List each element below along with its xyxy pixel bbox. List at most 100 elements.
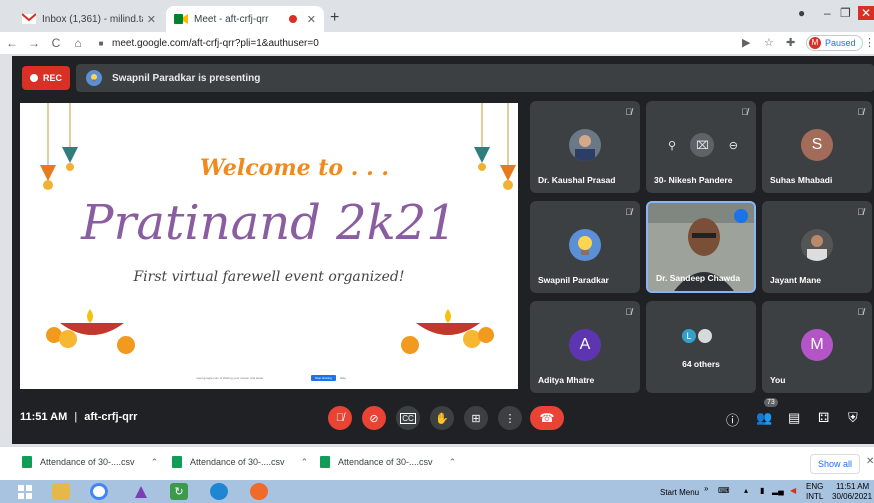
camera-toggle-button[interactable]: ⊘ (362, 406, 386, 430)
close-downloads-icon[interactable]: ✕ (866, 456, 874, 467)
address-bar[interactable]: ■ meet.google.com/aft-crfj-qrr?pli=1&aut… (96, 34, 726, 52)
download-item[interactable]: Attendance of 30-....csv ⌃ (320, 456, 456, 468)
download-filename: Attendance of 30-....csv (40, 457, 135, 467)
record-dot-icon (30, 74, 38, 82)
close-tab-icon[interactable]: ✕ (307, 13, 316, 26)
volume-icon[interactable]: ◀ (790, 486, 796, 495)
profile-dot-icon[interactable]: ● (798, 6, 805, 20)
signal-icon[interactable]: ▂▄ (772, 486, 784, 495)
participant-name: Jayant Mane (770, 275, 822, 285)
reload-icon[interactable]: C (46, 36, 66, 50)
mic-off-icon: 🎙̸ (625, 207, 632, 217)
file-explorer-icon[interactable] (52, 483, 70, 500)
csv-file-icon (320, 456, 330, 468)
present-button[interactable]: ⊞ (464, 406, 488, 430)
browser-tab-strip: Inbox (1,361) - milind.tagare@fc ✕ Meet … (0, 0, 874, 32)
participant-name: You (770, 375, 786, 385)
presenting-banner: Swapnil Paradkar is presenting (76, 64, 874, 92)
participant-video-tile[interactable]: Dr. Sandeep Chawda (646, 201, 756, 293)
present-screen-icon: ⊞ (471, 412, 481, 425)
profile-status: Paused (825, 38, 856, 48)
new-tab-button[interactable]: + (330, 9, 339, 27)
more-menu-icon[interactable]: ⋮ (864, 36, 874, 49)
clock: 11:51 AM (20, 411, 68, 423)
tab-title: Meet - aft-crfj-qrr (194, 13, 269, 25)
chevron-up-icon[interactable]: ⌃ (151, 457, 159, 468)
tab-meet[interactable]: Meet - aft-crfj-qrr ✕ (166, 6, 324, 32)
info-icon[interactable]: ⓘ (726, 410, 739, 429)
raise-hand-button[interactable]: ✋ (430, 406, 454, 430)
avatar: M (801, 329, 833, 361)
participant-tile[interactable]: 🎙̸ Swapnil Paradkar (530, 201, 640, 293)
stop-sharing-button[interactable]: Stop sharing (310, 375, 336, 381)
participant-tile[interactable]: 🎙̸ Jayant Mane (762, 201, 872, 293)
network-icon[interactable]: ▮ (760, 486, 764, 495)
firefox-icon[interactable] (250, 483, 268, 500)
close-window-button[interactable]: ✕ (858, 6, 874, 20)
minimize-button[interactable]: – (824, 6, 831, 20)
profile-button[interactable]: M Paused (806, 35, 863, 51)
close-tab-icon[interactable]: ✕ (147, 13, 156, 26)
download-filename: Attendance of 30-....csv (338, 457, 433, 467)
show-all-button[interactable]: Show all (810, 454, 860, 474)
others-avatars: L (680, 327, 714, 345)
tray-time[interactable]: 11:51 AM (836, 482, 869, 491)
maximize-button[interactable]: ❐ (840, 6, 851, 20)
avatar (696, 327, 714, 345)
forward-icon[interactable]: → (24, 36, 44, 50)
mic-toggle-button[interactable]: 🎙̸ (328, 406, 352, 430)
chevron-up-icon[interactable]: ⌃ (301, 457, 309, 468)
download-item[interactable]: Attendance of 30-....csv ⌃ (172, 456, 308, 468)
keyboard-icon[interactable]: ⌨ (718, 486, 730, 495)
chevron-up-icon[interactable]: ⌃ (449, 457, 457, 468)
avatar (801, 229, 833, 261)
captions-button[interactable]: CC (396, 406, 420, 430)
tray-date[interactable]: 30/06/2021 (832, 492, 872, 501)
refresh-app-icon[interactable]: ↻ (170, 483, 188, 500)
participant-tile[interactable]: 🎙̸ Dr. Kaushal Prasad (530, 101, 640, 193)
participant-tile[interactable]: 🎙̸ A Aditya Mhatre (530, 301, 640, 393)
leave-call-button[interactable]: ☎ (530, 406, 564, 430)
home-icon[interactable]: ⌂ (68, 36, 88, 50)
chat-icon[interactable]: ▤ (788, 410, 800, 426)
hide-button[interactable]: Hide (340, 376, 346, 380)
tab-gmail[interactable]: Inbox (1,361) - milind.tagare@fc ✕ (14, 6, 164, 32)
meeting-controls: 11:51 AM | aft-crfj-qrr 🎙̸ ⊘ CC ✋ ⊞ ⋮ ☎ … (12, 398, 874, 438)
start-menu-label[interactable]: Start Menu (660, 488, 699, 497)
host-controls-icon[interactable]: ⛨ (848, 410, 858, 426)
windows-start-icon[interactable] (16, 483, 34, 500)
avatar: M (809, 37, 821, 49)
diya-left-decoration (46, 309, 135, 354)
extensions-icon[interactable]: ✚ (786, 36, 795, 49)
camera-icon[interactable]: ▶ (742, 36, 750, 49)
remove-mute-icon[interactable]: ⌧ (690, 133, 715, 157)
tray-arrow-icon[interactable]: ▴ (744, 486, 748, 495)
bookmark-star-icon[interactable]: ☆ (764, 36, 774, 49)
downloads-bar: Attendance of 30-....csv ⌃ Attendance of… (0, 446, 874, 480)
activities-icon[interactable]: ⚃ (818, 410, 829, 426)
shared-screen: Welcome to . . . Pratinand 2k21 First vi… (20, 103, 518, 389)
chrome-icon[interactable] (90, 483, 108, 500)
participant-count-badge: 73 (764, 398, 778, 407)
keyboard-layout[interactable]: INTL (806, 492, 823, 501)
others-tile[interactable]: L 64 others (646, 301, 756, 393)
mic-off-icon: 🎙̸ (857, 207, 864, 217)
expand-icon[interactable]: » (704, 484, 708, 493)
meeting-details[interactable]: 11:51 AM | aft-crfj-qrr (20, 411, 137, 423)
app-icon[interactable] (132, 483, 150, 500)
tab-title: Inbox (1,361) - milind.tagare@fc (42, 13, 143, 25)
participant-tile[interactable]: 🎙̸ S Suhas Mhabadi (762, 101, 872, 193)
self-tile[interactable]: 🎙̸ M You (762, 301, 872, 393)
download-item[interactable]: Attendance of 30-....csv ⌃ (22, 456, 158, 468)
minus-circle-icon[interactable]: ⊖ (729, 139, 738, 152)
people-icon[interactable]: 👥 (756, 410, 772, 426)
language-code[interactable]: ENG (806, 482, 823, 491)
mic-off-icon: 🎙̸ (741, 107, 748, 117)
lock-icon: ■ (98, 38, 104, 48)
pin-icon[interactable]: ⚲ (668, 139, 676, 152)
back-icon[interactable]: ← (2, 36, 22, 50)
more-options-button[interactable]: ⋮ (498, 406, 522, 430)
edge-icon[interactable] (210, 483, 228, 500)
participant-tile[interactable]: 🎙̸ ⚲ ⌧ ⊖ 30- Nikesh Pandere (646, 101, 756, 193)
participant-name: 30- Nikesh Pandere (654, 175, 733, 185)
